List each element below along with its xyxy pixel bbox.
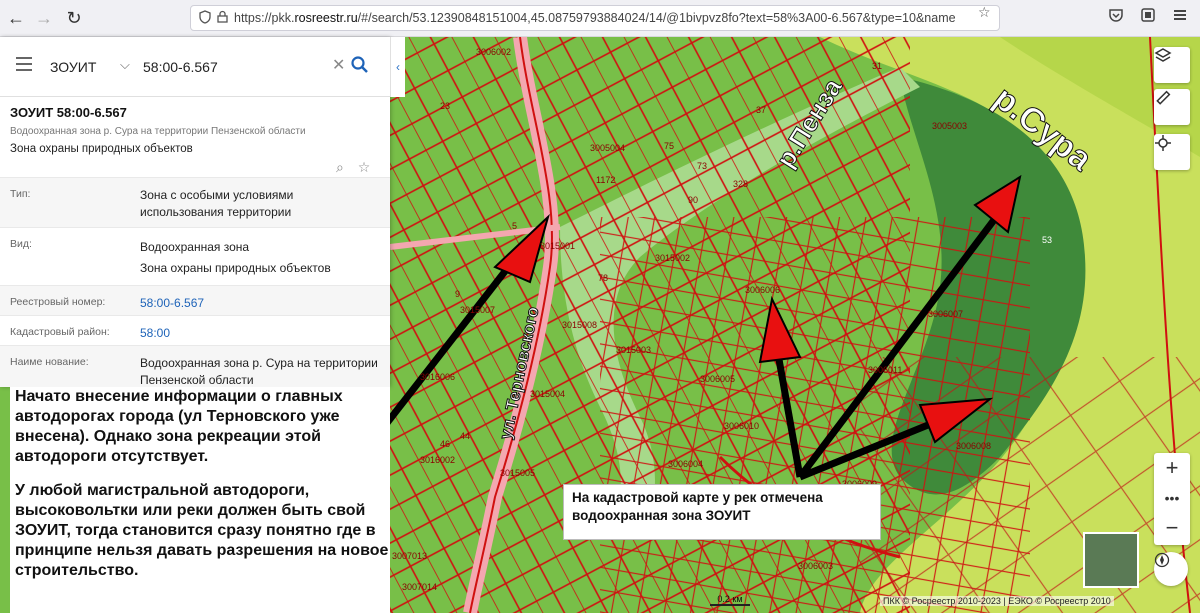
extensions-icon[interactable]	[1140, 7, 1156, 28]
measure-button[interactable]	[1154, 89, 1190, 125]
lot-number: 5	[512, 221, 518, 231]
parcel-number: 3005004	[590, 143, 626, 153]
attribute-row: Кадастровый район: 58:00	[0, 315, 390, 345]
clear-icon[interactable]: ✕	[332, 55, 345, 75]
attribute-value: Водоохранная зона р. Сура на территории …	[140, 356, 378, 387]
search-bar: ЗОУИТ ⌵ ✕	[0, 37, 390, 97]
search-input[interactable]	[143, 55, 323, 79]
lot-number: 31	[872, 61, 883, 71]
ruler-icon	[1156, 90, 1171, 105]
parcel-number: 3005003	[932, 121, 968, 131]
parcel-number: 3015007	[460, 305, 496, 315]
parcel-number: 3015001	[540, 241, 576, 251]
annotation-paragraph: Начато внесение информации о главных авт…	[15, 388, 343, 465]
forward-arrow-icon[interactable]: →	[32, 6, 56, 30]
registry-number-link[interactable]: 58:00-6.567	[140, 295, 380, 312]
zoom-in-button[interactable]: +	[1154, 453, 1190, 483]
compass-button[interactable]	[1154, 552, 1188, 586]
lot-number: 328	[733, 179, 749, 189]
parcel-number: 3006006	[745, 285, 781, 295]
lot-number: 46	[440, 439, 451, 449]
search-icon[interactable]	[350, 55, 372, 77]
parcel-number: 3015008	[562, 320, 598, 330]
object-header: ЗОУИТ 58:00-6.567 Водоохранная зона р. С…	[10, 105, 380, 155]
back-arrow-icon[interactable]: ←	[4, 6, 28, 30]
annotation-paragraph: У любой магистральной автодороги, высоко…	[15, 482, 389, 579]
parcel-number: 3007013	[392, 551, 428, 561]
lot-number: 75	[664, 141, 675, 151]
annotation-text-box: Начато внесение информации о главных авт…	[10, 387, 390, 613]
parcel-number: 3016002	[420, 455, 456, 465]
bookmark-star-icon[interactable]: ☆	[978, 4, 991, 21]
scale-bar: 0.2 км	[710, 594, 750, 606]
attribute-key: Реестровый номер:	[10, 296, 106, 308]
parcel-number: 3006007	[928, 309, 964, 319]
parcel-number: 3015002	[655, 253, 691, 263]
attribute-row: Вид: Водоохранная зона Зона охраны приро…	[0, 227, 390, 285]
url-text: https://pkk.rosreestr.ru/#/search/53.123…	[234, 11, 956, 25]
locate-button[interactable]	[1154, 134, 1190, 170]
attribute-row: Тип: Зона с особыми условиями использова…	[0, 177, 390, 227]
lot-number: 73	[697, 161, 708, 171]
collapse-panel-chevron-icon[interactable]: ‹	[390, 37, 405, 97]
attribute-key: Наиме нование:	[10, 356, 89, 368]
menu-icon[interactable]	[1172, 7, 1188, 28]
attribute-value: Водоохранная зона Зона охраны природных …	[140, 240, 331, 275]
parcel-number: 3006004	[668, 459, 704, 469]
attribute-row: Наиме нование: Водоохранная зона р. Сура…	[0, 345, 390, 387]
parcel-number: 3006011	[868, 365, 903, 375]
search-category-select[interactable]: ЗОУИТ	[50, 59, 96, 75]
object-title: ЗОУИТ 58:00-6.567	[10, 105, 127, 120]
zoom-more-button[interactable]: •••	[1154, 483, 1190, 513]
parcel-number: 3015003	[616, 345, 652, 355]
attribute-row: Реестровый номер: 58:00-6.567	[0, 285, 390, 315]
reload-icon[interactable]: ↻	[62, 6, 86, 30]
attribute-key: Кадастровый район:	[10, 326, 110, 338]
compass-icon	[1154, 552, 1170, 568]
parcel-number: 3006008	[956, 441, 992, 451]
layers-icon	[1154, 48, 1172, 62]
zoom-control: + ••• −	[1154, 453, 1190, 545]
pocket-icon[interactable]	[1108, 7, 1124, 28]
crosshair-icon	[1155, 135, 1171, 151]
parcel-number: 3015004	[530, 389, 566, 399]
attribute-value: Зона с особыми условиями использования т…	[140, 188, 294, 219]
chevron-down-icon[interactable]: ⌵	[120, 57, 130, 73]
zoom-out-button[interactable]: −	[1154, 513, 1190, 543]
lot-number: 78	[598, 273, 609, 283]
parcel-number: 3006010	[724, 421, 760, 431]
map-copyright: ПКК © Росреестр 2010-2023 | ЕЭКО © Росре…	[880, 596, 1114, 606]
object-actions: ⌕ ☆	[336, 159, 370, 176]
lock-icon[interactable]	[217, 10, 228, 26]
object-subtitle: Водоохранная зона р. Сура на территории …	[10, 126, 306, 137]
hamburger-menu-icon[interactable]	[16, 57, 32, 75]
parcel-number: 3016006	[420, 372, 456, 382]
basemap-thumbnail[interactable]	[1083, 532, 1139, 588]
parcel-number: 3007014	[402, 582, 438, 592]
object-kind: Зона охраны природных объектов	[10, 143, 193, 155]
lot-number: 23	[440, 101, 451, 111]
lot-number: 9	[455, 289, 461, 299]
favorite-star-icon[interactable]: ☆	[358, 159, 371, 175]
address-bar[interactable]: https://pkk.rosreestr.ru/#/search/53.123…	[190, 5, 1000, 31]
attribute-key: Вид:	[10, 238, 32, 250]
parcel-number: 3006005	[700, 374, 736, 384]
info-panel: ЗОУИТ ⌵ ✕ ‹ ЗОУИТ 58:00-6.567 Водоохранн…	[0, 37, 405, 387]
shield-icon[interactable]	[199, 9, 211, 27]
parcel-number: 3006002	[476, 47, 512, 57]
cadastral-district-link[interactable]: 58:00	[140, 325, 380, 342]
lot-number: 1172	[596, 175, 616, 185]
lot-number: 44	[460, 431, 471, 441]
layers-button[interactable]	[1154, 47, 1190, 83]
parcel-number: 3006003	[798, 561, 834, 571]
lot-number: 37	[756, 105, 767, 115]
annotation-callout: На кадастровой карте у рек отмечена водо…	[563, 484, 881, 540]
attribute-key: Тип:	[10, 188, 31, 200]
parcel-number: 3015005	[500, 468, 536, 478]
lot-number: 53	[1042, 235, 1053, 245]
lot-number: 90	[688, 195, 699, 205]
browser-toolbar: ← → ↻ https://pkk.rosreestr.ru/#/search/…	[0, 0, 1200, 37]
zoom-to-object-icon[interactable]: ⌕	[336, 159, 344, 175]
